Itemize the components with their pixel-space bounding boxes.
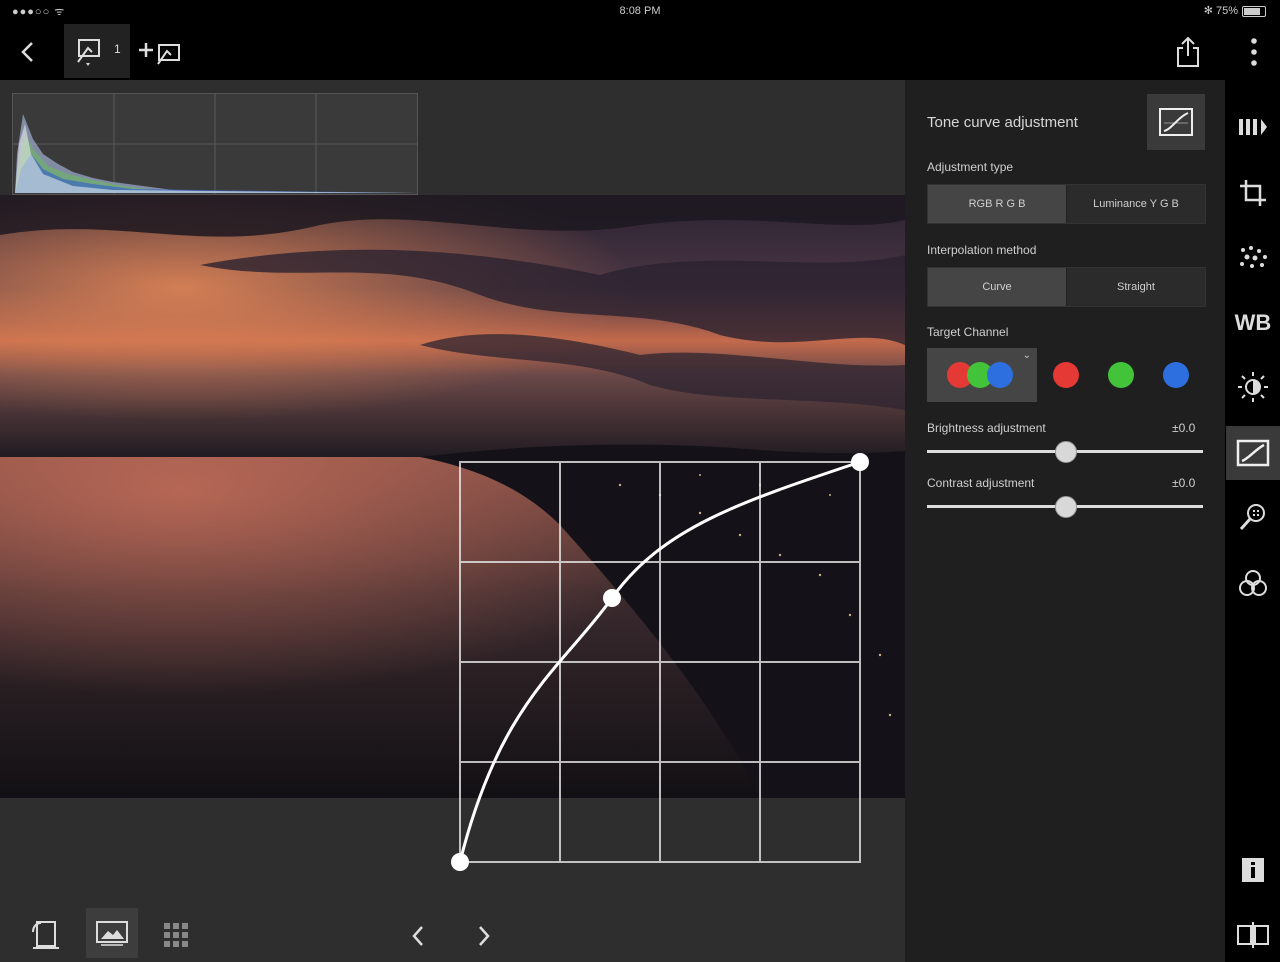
single-view-icon[interactable] <box>86 908 138 958</box>
more-vert-icon[interactable] <box>1234 30 1274 74</box>
brightness-value: ±0.0 <box>1172 421 1196 435</box>
wb-icon[interactable]: WB <box>1226 296 1280 350</box>
interpolation-curve[interactable]: Curve <box>928 268 1066 306</box>
curve-control-point[interactable] <box>451 853 469 871</box>
channel-green-button[interactable] <box>1108 362 1134 388</box>
next-icon[interactable] <box>466 914 502 958</box>
interpolation-straight[interactable]: Straight <box>1066 268 1205 306</box>
status-bar: ●●●○○ ᯤ 8:08 PM ✻ 75% <box>0 0 1280 24</box>
brightness-icon[interactable] <box>1226 360 1280 414</box>
adjustment-type-segment: RGB R G B Luminance Y G B <box>927 184 1206 224</box>
battery-indicator: ✻ 75% <box>1204 4 1266 17</box>
info-icon[interactable] <box>1226 843 1280 897</box>
tone-curve-editor[interactable] <box>448 452 872 874</box>
contrast-label: Contrast adjustment <box>927 476 1035 490</box>
contrast-slider-thumb[interactable] <box>1055 496 1077 518</box>
brightness-label: Brightness adjustment <box>927 421 1046 435</box>
photo-edit-tab[interactable]: 1 <box>64 24 130 78</box>
curve-control-point[interactable] <box>851 453 869 471</box>
grid-view-icon[interactable] <box>150 912 202 958</box>
noise-icon[interactable] <box>1226 230 1280 284</box>
detail-zoom-icon[interactable] <box>1226 490 1280 544</box>
share-icon[interactable] <box>1166 30 1210 74</box>
color-filter-icon[interactable] <box>1226 556 1280 610</box>
curve-control-point[interactable] <box>603 589 621 607</box>
tone-curve-icon[interactable] <box>1226 426 1280 480</box>
brightness-slider-thumb[interactable] <box>1055 441 1077 463</box>
target-channel-label: Target Channel <box>927 325 1009 339</box>
tone-curve-mode-button[interactable] <box>1147 94 1205 150</box>
channel-rgb-button[interactable]: ⌄ <box>927 348 1037 402</box>
adjustment-type-label: Adjustment type <box>927 160 1014 174</box>
clock: 8:08 PM <box>619 5 661 17</box>
channel-red-button[interactable] <box>1053 362 1079 388</box>
contrast-value: ±0.0 <box>1172 476 1196 490</box>
channel-expand-icon: ⌄ <box>1022 350 1031 361</box>
rotate-icon[interactable] <box>22 912 70 958</box>
battery-text: ✻ 75% <box>1203 5 1238 17</box>
prev-icon[interactable] <box>400 914 436 958</box>
battery-icon <box>1242 5 1266 17</box>
photo-edit-tab-icon <box>74 36 104 71</box>
adjustment-type-luminance[interactable]: Luminance Y G B <box>1066 185 1205 223</box>
compare-split-icon[interactable] <box>1226 908 1280 962</box>
crop-icon[interactable] <box>1226 166 1280 220</box>
channel-blue-button[interactable] <box>1163 362 1189 388</box>
tone-curve-mode-icon <box>1159 108 1193 136</box>
back-icon[interactable] <box>8 30 48 74</box>
panel-title: Tone curve adjustment <box>927 114 1078 131</box>
adjustment-type-rgb[interactable]: RGB R G B <box>928 185 1066 223</box>
add-photo-icon[interactable] <box>134 34 184 70</box>
tab-count: 1 <box>114 42 121 56</box>
histogram <box>12 93 418 195</box>
compare-icon[interactable] <box>1226 100 1280 154</box>
top-toolbar <box>0 24 1280 80</box>
rgb-blue-dot-icon <box>987 362 1013 388</box>
interpolation-label: Interpolation method <box>927 243 1037 257</box>
interpolation-segment: Curve Straight <box>927 267 1206 307</box>
